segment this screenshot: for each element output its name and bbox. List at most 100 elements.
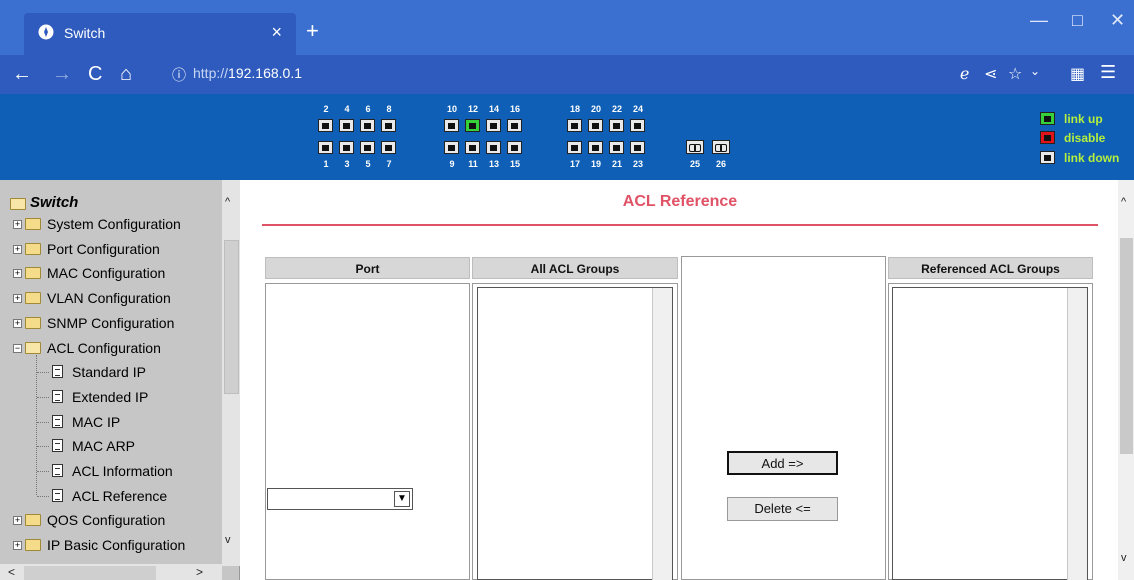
- referenced-acl-groups-list[interactable]: [892, 287, 1088, 580]
- port-2-icon[interactable]: [318, 119, 333, 132]
- port-24-icon[interactable]: [630, 119, 645, 132]
- close-window-button[interactable]: ✕: [1110, 10, 1125, 31]
- referenced-acl-groups-scrollbar[interactable]: [1067, 288, 1087, 580]
- main-scroll-thumb[interactable]: [1120, 238, 1133, 454]
- sidebar-item-mac-ip[interactable]: MAC IP: [72, 413, 120, 431]
- port-number-label: 25: [689, 159, 700, 169]
- sidebar-item-port-configuration[interactable]: Port Configuration: [47, 240, 160, 258]
- fiber-port-25-icon[interactable]: [686, 140, 704, 154]
- sidebar-item-acl-configuration[interactable]: ACL Configuration: [47, 339, 161, 357]
- port-14-icon[interactable]: [486, 119, 501, 132]
- star-icon[interactable]: ☆: [1008, 64, 1022, 84]
- scroll-left-icon[interactable]: <: [8, 565, 15, 579]
- scroll-down-icon[interactable]: v: [225, 534, 231, 546]
- port-10-icon[interactable]: [444, 119, 459, 132]
- sidebar-item-qos-configuration[interactable]: QOS Configuration: [47, 511, 165, 529]
- expand-icon[interactable]: +: [13, 541, 22, 550]
- port-17-icon[interactable]: [567, 141, 582, 154]
- collapse-icon[interactable]: −: [13, 344, 22, 353]
- port-select[interactable]: ▼: [267, 488, 413, 510]
- main-scroll-down-icon[interactable]: v: [1121, 552, 1127, 564]
- port-3-icon[interactable]: [339, 141, 354, 154]
- forward-icon[interactable]: →: [52, 61, 72, 87]
- port-12-icon[interactable]: [465, 119, 480, 132]
- expand-icon[interactable]: +: [13, 319, 22, 328]
- scroll-right-icon[interactable]: >: [196, 565, 203, 579]
- port-20-icon[interactable]: [588, 119, 603, 132]
- port-22-icon[interactable]: [609, 119, 624, 132]
- port-18-icon[interactable]: [567, 119, 582, 132]
- sidebar-item-standard-ip[interactable]: Standard IP: [72, 363, 146, 381]
- main-scroll-up-icon[interactable]: ^: [1121, 196, 1126, 208]
- port-21-icon[interactable]: [609, 141, 624, 154]
- port-11-icon[interactable]: [465, 141, 480, 154]
- folder-open-icon: [25, 342, 41, 354]
- browser-tab[interactable]: Switch ×: [24, 13, 296, 55]
- port-7-icon[interactable]: [381, 141, 396, 154]
- sidebar-h-scroll-thumb[interactable]: [24, 566, 156, 580]
- port-number-label: 9: [449, 159, 455, 169]
- port-number-label: 2: [323, 104, 329, 114]
- port-13-icon[interactable]: [486, 141, 501, 154]
- chevron-down-icon[interactable]: ⌄: [1030, 64, 1040, 78]
- reload-icon[interactable]: C: [88, 61, 102, 87]
- port-15-icon[interactable]: [507, 141, 522, 154]
- port-5-icon[interactable]: [360, 141, 375, 154]
- port-8-icon[interactable]: [381, 119, 396, 132]
- home-icon[interactable]: ⌂: [120, 61, 132, 87]
- delete-button[interactable]: Delete <=: [727, 497, 838, 521]
- port-19-icon[interactable]: [588, 141, 603, 154]
- all-acl-groups-header: All ACL Groups: [472, 257, 678, 279]
- sidebar-scroll-thumb[interactable]: [224, 240, 239, 394]
- tab-close-icon[interactable]: ×: [271, 22, 282, 43]
- sidebar-item-extended-ip[interactable]: Extended IP: [72, 388, 148, 406]
- scroll-up-icon[interactable]: ^: [225, 196, 230, 208]
- sidebar-item-snmp-configuration[interactable]: SNMP Configuration: [47, 314, 174, 332]
- ie-mode-icon[interactable]: ℯ: [960, 64, 969, 84]
- menu-icon[interactable]: ☰: [1100, 62, 1116, 83]
- tree-connector: [37, 397, 49, 398]
- port-6-icon[interactable]: [360, 119, 375, 132]
- port-number-label: 10: [446, 104, 457, 114]
- all-acl-groups-scrollbar[interactable]: [652, 288, 672, 580]
- share-icon[interactable]: ⋖: [984, 64, 997, 84]
- port-number-label: 16: [509, 104, 520, 114]
- port-4-icon[interactable]: [339, 119, 354, 132]
- sidebar-item-system-configuration[interactable]: System Configuration: [47, 215, 181, 233]
- info-icon[interactable]: ⓘ: [172, 65, 186, 85]
- expand-icon[interactable]: +: [13, 245, 22, 254]
- back-icon[interactable]: ←: [12, 61, 32, 87]
- maximize-button[interactable]: □: [1072, 10, 1083, 31]
- port-16-icon[interactable]: [507, 119, 522, 132]
- legend-link-down: link down: [1064, 151, 1120, 165]
- add-button[interactable]: Add =>: [727, 451, 838, 475]
- compass-icon: [38, 24, 54, 40]
- chevron-down-icon[interactable]: ▼: [394, 491, 410, 507]
- sidebar-item-mac-arp[interactable]: MAC ARP: [72, 437, 135, 455]
- minimize-button[interactable]: —: [1030, 10, 1048, 31]
- expand-icon[interactable]: +: [13, 294, 22, 303]
- port-number-label: 1: [323, 159, 329, 169]
- expand-icon[interactable]: +: [13, 220, 22, 229]
- port-9-icon[interactable]: [444, 141, 459, 154]
- sidebar-item-acl-reference[interactable]: ACL Reference: [72, 487, 167, 505]
- sidebar-item-mac-configuration[interactable]: MAC Configuration: [47, 264, 165, 282]
- all-acl-groups-list[interactable]: [477, 287, 673, 580]
- document-icon: [52, 390, 63, 403]
- port-number-label: 7: [386, 159, 392, 169]
- sidebar-item-ip-basic-configuration[interactable]: IP Basic Configuration: [47, 536, 185, 554]
- new-tab-button[interactable]: +: [306, 20, 319, 42]
- sidebar-item-vlan-configuration[interactable]: VLAN Configuration: [47, 289, 171, 307]
- extensions-icon[interactable]: ▦: [1070, 64, 1085, 84]
- port-number-label: 13: [488, 159, 499, 169]
- sidebar-item-acl-information[interactable]: ACL Information: [72, 462, 173, 480]
- sidebar-root[interactable]: Switch: [30, 194, 78, 212]
- expand-icon[interactable]: +: [13, 269, 22, 278]
- port-23-icon[interactable]: [630, 141, 645, 154]
- folder-icon: [25, 317, 41, 329]
- port-1-icon[interactable]: [318, 141, 333, 154]
- fiber-port-26-icon[interactable]: [712, 140, 730, 154]
- port-number-label: 18: [569, 104, 580, 114]
- port-column: [265, 283, 470, 580]
- expand-icon[interactable]: +: [13, 516, 22, 525]
